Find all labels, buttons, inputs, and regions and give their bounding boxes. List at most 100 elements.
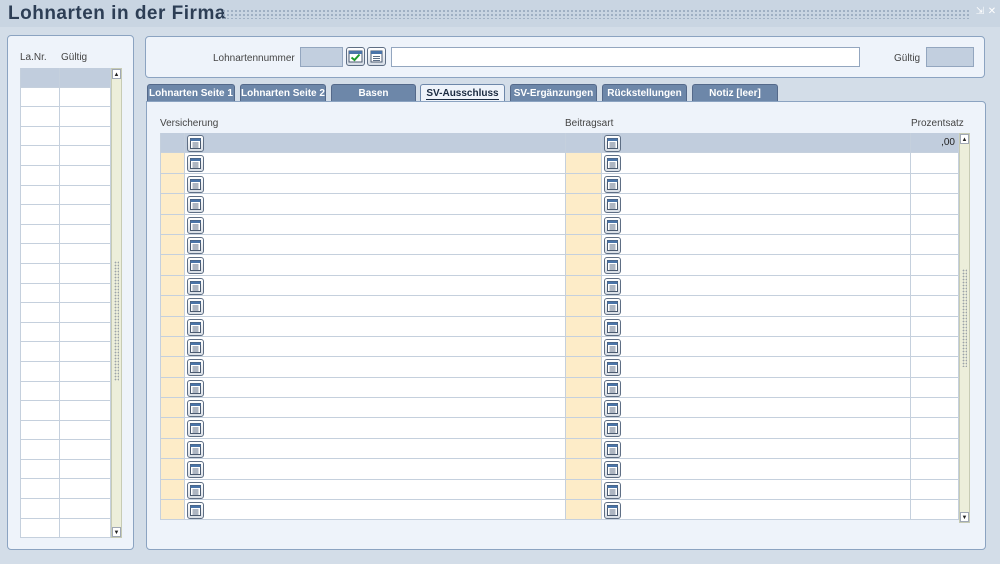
table-row[interactable] bbox=[160, 479, 960, 501]
row-marker-cell[interactable] bbox=[160, 438, 185, 459]
beitragsart-lookup-button[interactable] bbox=[604, 277, 621, 295]
beitragsart-lookup-button[interactable] bbox=[604, 318, 621, 336]
la-nr-cell[interactable] bbox=[20, 224, 60, 244]
table-row[interactable] bbox=[160, 214, 960, 235]
table-row[interactable] bbox=[160, 316, 960, 337]
list-item[interactable] bbox=[20, 87, 122, 108]
beitragsart-lookup-button[interactable] bbox=[604, 379, 621, 397]
versicherung-lookup-button[interactable] bbox=[187, 318, 204, 336]
beitragsart-lookup-button[interactable] bbox=[604, 481, 621, 499]
gueltig-cell[interactable] bbox=[60, 224, 111, 244]
gueltig-cell[interactable] bbox=[60, 303, 111, 322]
list-item[interactable] bbox=[20, 68, 122, 88]
versicherung-cell[interactable] bbox=[185, 296, 566, 316]
prozentsatz-cell[interactable]: ,00 bbox=[911, 133, 959, 153]
beitragsart-cell[interactable] bbox=[602, 336, 911, 357]
versicherung-cell[interactable] bbox=[185, 133, 566, 153]
prozentsatz-cell[interactable] bbox=[911, 173, 959, 194]
table-row[interactable] bbox=[160, 377, 960, 399]
confirm-check-button[interactable] bbox=[346, 47, 365, 66]
beitragsart-code-cell[interactable] bbox=[566, 255, 602, 275]
prozentsatz-cell[interactable] bbox=[911, 316, 959, 336]
versicherung-lookup-button[interactable] bbox=[187, 481, 204, 499]
list-item[interactable] bbox=[20, 244, 122, 264]
versicherung-lookup-button[interactable] bbox=[187, 400, 204, 418]
table-row[interactable] bbox=[160, 153, 960, 174]
beitragsart-code-cell[interactable] bbox=[566, 438, 602, 459]
list-item[interactable] bbox=[20, 342, 122, 362]
beitragsart-lookup-button[interactable] bbox=[604, 298, 621, 316]
gueltig-cell[interactable] bbox=[60, 342, 111, 361]
beitragsart-cell[interactable] bbox=[602, 173, 911, 194]
table-row[interactable]: ,00 bbox=[160, 133, 960, 154]
tab-lohnarten-seite-2[interactable]: Lohnarten Seite 2 bbox=[240, 84, 326, 101]
row-marker-cell[interactable] bbox=[160, 194, 185, 214]
list-item[interactable] bbox=[20, 146, 122, 166]
row-marker-cell[interactable] bbox=[160, 173, 185, 194]
row-marker-cell[interactable] bbox=[160, 275, 185, 296]
row-marker-cell[interactable] bbox=[160, 357, 185, 377]
versicherung-lookup-button[interactable] bbox=[187, 155, 204, 173]
prozentsatz-cell[interactable] bbox=[911, 275, 959, 296]
la-nr-cell[interactable] bbox=[20, 263, 60, 283]
beitragsart-cell[interactable] bbox=[602, 500, 911, 520]
list-item[interactable] bbox=[20, 126, 122, 147]
versicherung-cell[interactable] bbox=[185, 377, 566, 398]
versicherung-lookup-button[interactable] bbox=[187, 420, 204, 438]
table-row[interactable] bbox=[160, 275, 960, 297]
prozentsatz-cell[interactable] bbox=[911, 398, 959, 418]
la-nr-cell[interactable] bbox=[20, 185, 60, 205]
row-marker-cell[interactable] bbox=[160, 398, 185, 418]
row-marker-cell[interactable] bbox=[160, 377, 185, 398]
list-item[interactable] bbox=[20, 440, 122, 460]
list-item[interactable] bbox=[20, 107, 122, 127]
gueltig-cell[interactable] bbox=[60, 126, 111, 146]
la-nr-cell[interactable] bbox=[20, 420, 60, 440]
gueltig-cell[interactable] bbox=[60, 244, 111, 263]
versicherung-cell[interactable] bbox=[185, 357, 566, 377]
table-row[interactable] bbox=[160, 173, 960, 195]
versicherung-lookup-button[interactable] bbox=[187, 277, 204, 295]
la-nr-cell[interactable] bbox=[20, 146, 60, 165]
versicherung-lookup-button[interactable] bbox=[187, 502, 204, 520]
list-item[interactable] bbox=[20, 518, 122, 539]
prozentsatz-cell[interactable] bbox=[911, 459, 959, 479]
row-marker-cell[interactable] bbox=[160, 234, 185, 255]
list-item[interactable] bbox=[20, 165, 122, 186]
beitragsart-cell[interactable] bbox=[602, 214, 911, 234]
beitragsart-cell[interactable] bbox=[602, 479, 911, 500]
gueltig-input[interactable] bbox=[926, 47, 974, 67]
gueltig-cell[interactable] bbox=[60, 479, 111, 499]
la-nr-cell[interactable] bbox=[20, 165, 60, 185]
list-item[interactable] bbox=[20, 205, 122, 225]
prozentsatz-cell[interactable] bbox=[911, 296, 959, 316]
lohnartennummer-input[interactable] bbox=[300, 47, 343, 67]
gueltig-cell[interactable] bbox=[60, 107, 111, 126]
beitragsart-code-cell[interactable] bbox=[566, 296, 602, 316]
scroll-down-icon[interactable]: ▼ bbox=[960, 512, 969, 522]
gueltig-cell[interactable] bbox=[60, 263, 111, 283]
tab-sv-ergänzungen[interactable]: SV-Ergänzungen bbox=[510, 84, 597, 101]
la-nr-cell[interactable] bbox=[20, 440, 60, 459]
prozentsatz-cell[interactable] bbox=[911, 438, 959, 459]
prozentsatz-cell[interactable] bbox=[911, 377, 959, 398]
list-item[interactable] bbox=[20, 420, 122, 441]
beitragsart-code-cell[interactable] bbox=[566, 173, 602, 194]
prozentsatz-cell[interactable] bbox=[911, 153, 959, 173]
versicherung-lookup-button[interactable] bbox=[187, 135, 204, 152]
scroll-up-icon[interactable]: ▲ bbox=[960, 134, 969, 144]
la-nr-cell[interactable] bbox=[20, 361, 60, 381]
table-row[interactable] bbox=[160, 234, 960, 256]
gueltig-cell[interactable] bbox=[60, 205, 111, 224]
table-row[interactable] bbox=[160, 418, 960, 439]
list-item[interactable] bbox=[20, 459, 122, 480]
versicherung-lookup-button[interactable] bbox=[187, 257, 204, 275]
scroll-down-icon[interactable]: ▼ bbox=[112, 527, 121, 537]
la-nr-cell[interactable] bbox=[20, 459, 60, 479]
la-nr-cell[interactable] bbox=[20, 283, 60, 303]
versicherung-cell[interactable] bbox=[185, 275, 566, 296]
tab-rückstellungen[interactable]: Rückstellungen bbox=[602, 84, 687, 101]
beitragsart-code-cell[interactable] bbox=[566, 133, 602, 153]
gueltig-cell[interactable] bbox=[60, 401, 111, 420]
gueltig-cell[interactable] bbox=[60, 68, 111, 87]
